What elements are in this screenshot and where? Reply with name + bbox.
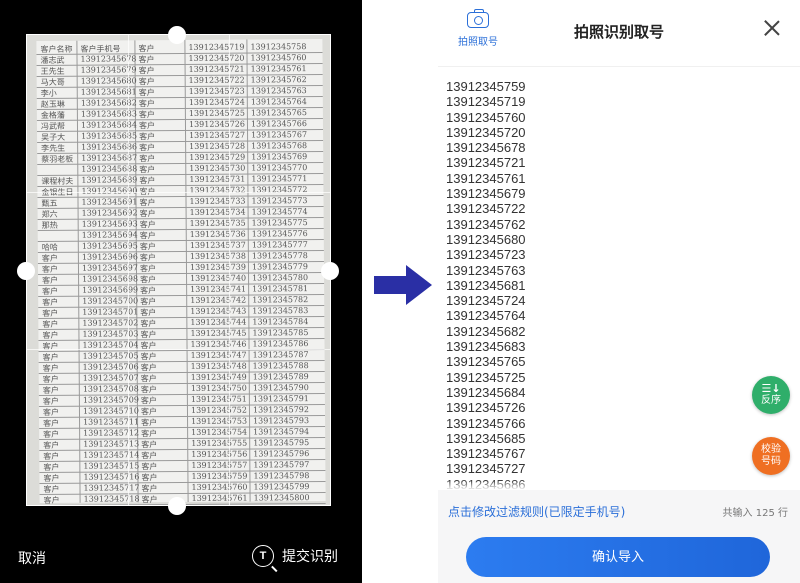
close-icon[interactable] bbox=[764, 20, 780, 36]
verify-numbers-button[interactable]: 校验 号码 bbox=[752, 437, 790, 475]
phone-number-line: 13912345762 bbox=[446, 216, 526, 232]
phone-number-line: 13912345680 bbox=[446, 231, 526, 247]
crop-grid-line bbox=[27, 349, 330, 350]
crop-grid-line bbox=[27, 192, 330, 193]
phone-number-line: 13912345682 bbox=[446, 323, 526, 339]
text-recognition-icon: T bbox=[252, 545, 274, 567]
phone-number-line: 13912345727 bbox=[446, 461, 526, 477]
phone-number-line: 13912345763 bbox=[446, 262, 526, 278]
recognition-result-screen: 拍照取号 拍照识别取号 13912345759 13912345719 139123… bbox=[438, 0, 800, 583]
phone-number-line: 13912345684 bbox=[446, 384, 526, 400]
phone-number-line: 13912345685 bbox=[446, 430, 526, 446]
phone-number-list: 13912345759 13912345719 13912345760 1391234… bbox=[446, 79, 526, 490]
filter-rule-link[interactable]: 点击修改过滤规则(已限定手机号) bbox=[448, 503, 625, 520]
crop-handle-right[interactable] bbox=[321, 262, 339, 280]
phone-number-line: 13912345681 bbox=[446, 277, 526, 293]
submit-recognition-button[interactable]: T 提交识别 bbox=[252, 545, 338, 567]
screenshot-root: 客户名称 客户手机号 客户 13912345719 13912345758 潘志武 1391… bbox=[0, 0, 800, 583]
phone-number-line: 13912345761 bbox=[446, 170, 526, 186]
phone-number-line: 13912345719 bbox=[446, 94, 526, 110]
crop-handle-left[interactable] bbox=[17, 262, 35, 280]
crop-grid-line bbox=[229, 35, 230, 505]
verify-label-line1: 校验 bbox=[761, 444, 781, 455]
phone-number-textarea[interactable]: 13912345759 13912345719 13912345760 1391234… bbox=[438, 66, 800, 490]
submit-recognition-label: 提交识别 bbox=[282, 549, 338, 565]
line-count: 共输入 125 行 bbox=[722, 508, 788, 519]
page-title: 拍照识别取号 bbox=[573, 23, 664, 41]
scroll-fade bbox=[438, 480, 800, 490]
verify-label-line2: 号码 bbox=[761, 456, 781, 467]
phone-number-line: 13912345679 bbox=[446, 186, 526, 202]
phone-number-line: 13912345723 bbox=[446, 247, 526, 263]
crop-grid-line bbox=[128, 35, 129, 505]
phone-number-line: 13912345760 bbox=[446, 109, 526, 125]
phone-number-line: 13912345725 bbox=[446, 369, 526, 385]
header: 拍照取号 拍照识别取号 bbox=[438, 0, 800, 60]
phone-number-line: 13912345726 bbox=[446, 400, 526, 416]
phone-number-line: 13912345720 bbox=[446, 124, 526, 140]
phone-number-line: 13912345765 bbox=[446, 354, 526, 370]
phone-number-line: 13912345683 bbox=[446, 339, 526, 355]
phone-number-line: 13912345764 bbox=[446, 308, 526, 324]
sort-icon: ☰↓ bbox=[761, 382, 781, 395]
phone-number-line: 13912345759 bbox=[446, 79, 526, 94]
confirm-import-button[interactable]: 确认导入 bbox=[466, 537, 770, 577]
phone-number-line: 13912345721 bbox=[446, 155, 526, 171]
arrow-right-icon bbox=[374, 265, 432, 305]
camera-crop-screen: 客户名称 客户手机号 客户 13912345719 13912345758 潘志武 1391… bbox=[0, 0, 362, 583]
crop-frame[interactable] bbox=[26, 34, 331, 506]
reverse-order-button[interactable]: ☰↓ 反序 bbox=[752, 376, 790, 414]
bottom-bar: 点击修改过滤规则(已限定手机号) 共输入 125 行 确认导入 bbox=[438, 490, 800, 583]
phone-number-line: 13912345766 bbox=[446, 415, 526, 431]
phone-number-line: 13912345767 bbox=[446, 446, 526, 462]
phone-number-line: 13912345678 bbox=[446, 140, 526, 156]
phone-number-line: 13912345724 bbox=[446, 293, 526, 309]
cancel-button[interactable]: 取消 bbox=[18, 548, 46, 568]
phone-number-line: 13912345722 bbox=[446, 201, 526, 217]
crop-handle-bottom[interactable] bbox=[168, 497, 186, 515]
reverse-order-label: 反序 bbox=[761, 395, 781, 406]
crop-handle-top[interactable] bbox=[168, 26, 186, 44]
